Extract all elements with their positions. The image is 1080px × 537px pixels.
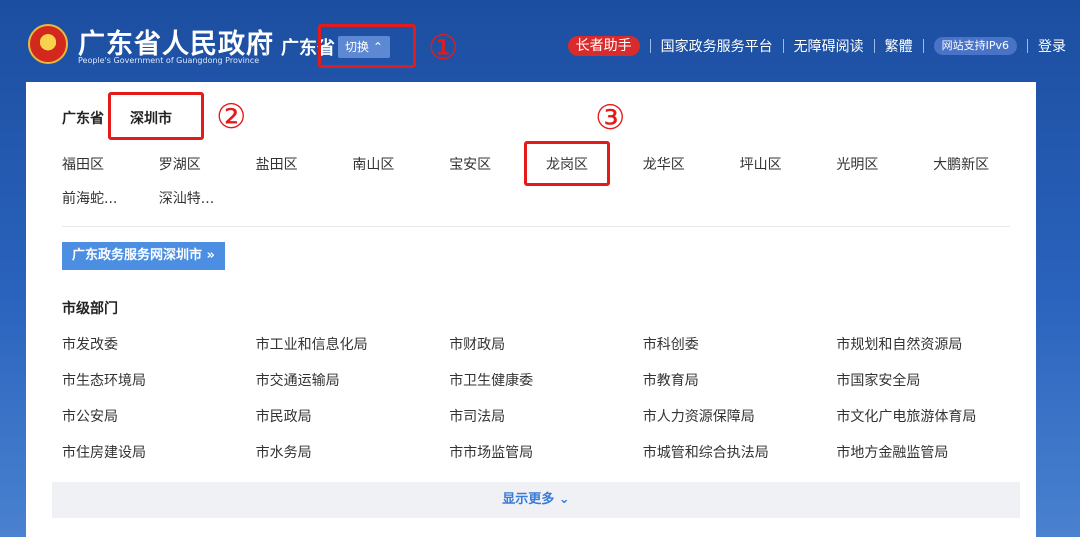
nav-link-accessibility[interactable]: 无障碍阅读: [794, 36, 864, 56]
department-link[interactable]: 市卫生健康委: [449, 370, 643, 392]
department-link[interactable]: 市人力资源保障局: [643, 406, 837, 428]
annotation-box-district: [524, 141, 610, 186]
district-item[interactable]: 福田区: [62, 154, 159, 174]
department-link[interactable]: 市公安局: [62, 406, 256, 428]
nav-separator: [1027, 39, 1028, 53]
header-nav: 长者助手 国家政务服务平台 无障碍阅读 繁體 网站支持IPv6 登录: [567, 36, 1066, 56]
section-title-city-departments: 市级部门: [62, 301, 118, 317]
ipv6-badge: 网站支持IPv6: [933, 37, 1017, 55]
panel-divider: [62, 226, 1010, 227]
department-list: 市发改委 市工业和信息化局 市财政局 市科创委 市规划和自然资源局 市生态环境局…: [62, 334, 1030, 464]
site-subtitle: People's Government of Guangdong Provinc…: [78, 56, 260, 65]
breadcrumb-province[interactable]: 广东省: [62, 108, 104, 128]
district-item[interactable]: 大鹏新区: [933, 154, 1030, 174]
department-link[interactable]: 市生态环境局: [62, 370, 256, 392]
department-link[interactable]: 市规划和自然资源局: [836, 334, 1030, 356]
department-link[interactable]: 市国家安全局: [836, 370, 1030, 392]
department-link[interactable]: 市教育局: [643, 370, 837, 392]
elder-helper-button[interactable]: 长者助手: [567, 36, 640, 56]
nav-separator: [922, 39, 924, 53]
district-item[interactable]: 光明区: [836, 154, 933, 174]
annotation-box-city: [108, 92, 204, 140]
district-item[interactable]: 坪山区: [740, 154, 837, 174]
department-link[interactable]: 市发改委: [62, 334, 256, 356]
department-link[interactable]: 市工业和信息化局: [256, 334, 450, 356]
department-link[interactable]: 市科创委: [643, 334, 837, 356]
nav-link-traditional[interactable]: 繁體: [885, 36, 913, 56]
district-item[interactable]: 盐田区: [256, 154, 353, 174]
annotation-number-2: ②: [216, 97, 247, 137]
department-link[interactable]: 市地方金融监管局: [836, 442, 1030, 464]
annotation-box-switch: [318, 24, 416, 68]
annotation-number-3: ③: [595, 98, 626, 138]
nav-link-national-platform[interactable]: 国家政务服务平台: [661, 36, 773, 56]
district-item[interactable]: 前海蛇...: [62, 188, 159, 208]
department-link[interactable]: 市住房建设局: [62, 442, 256, 464]
login-link[interactable]: 登录: [1038, 36, 1066, 56]
district-item[interactable]: 深汕特...: [159, 188, 256, 208]
department-link[interactable]: 市司法局: [449, 406, 643, 428]
district-item[interactable]: 龙华区: [643, 154, 740, 174]
nav-separator: [782, 39, 784, 53]
nav-separator: [649, 39, 651, 53]
header-divider: [266, 38, 267, 56]
nav-separator: [873, 39, 875, 53]
show-more-button[interactable]: 显示更多 ⌄: [52, 482, 1020, 518]
district-item[interactable]: 南山区: [352, 154, 449, 174]
department-link[interactable]: 市水务局: [256, 442, 450, 464]
department-link[interactable]: 市文化广电旅游体育局: [836, 406, 1030, 428]
department-link[interactable]: 市财政局: [449, 334, 643, 356]
department-link[interactable]: 市市场监管局: [449, 442, 643, 464]
department-link[interactable]: 市交通运输局: [256, 370, 450, 392]
department-link[interactable]: 市城管和综合执法局: [643, 442, 837, 464]
annotation-number-1: ①: [428, 28, 459, 68]
shenzhen-portal-button[interactable]: 广东政务服务网深圳市 »: [62, 242, 225, 270]
national-emblem-icon: [28, 24, 68, 64]
top-header: 广东省人民政府 People's Government of Guangdong…: [0, 0, 1080, 92]
district-item[interactable]: 罗湖区: [159, 154, 256, 174]
department-link[interactable]: 市民政局: [256, 406, 450, 428]
